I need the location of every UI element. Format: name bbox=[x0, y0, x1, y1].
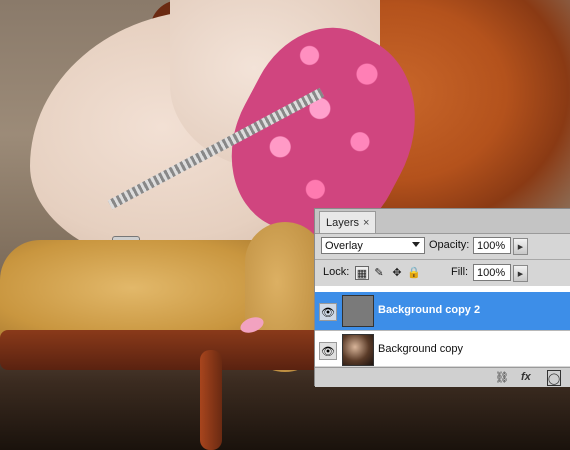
opacity-input[interactable]: 100% bbox=[473, 237, 511, 254]
opacity-value: 100% bbox=[477, 239, 506, 252]
fx-icon[interactable]: fx bbox=[521, 370, 531, 384]
fill-value: 100% bbox=[477, 266, 506, 279]
fill-input[interactable]: 100% bbox=[473, 264, 511, 281]
opacity-label: Opacity: bbox=[429, 239, 470, 251]
eye-icon[interactable]: 👁 bbox=[319, 303, 337, 321]
fill-slider-button[interactable]: ▶ bbox=[513, 265, 528, 282]
tab-layers-label: Layers bbox=[326, 216, 360, 229]
chair-frame bbox=[0, 330, 360, 370]
opacity-slider-button[interactable]: ▶ bbox=[513, 238, 528, 255]
eye-icon[interactable]: 👁 bbox=[319, 342, 337, 360]
layer-name: Background copy 2 bbox=[378, 304, 481, 316]
lock-label: Lock: bbox=[323, 266, 350, 278]
tab-layers[interactable]: Layers × bbox=[319, 211, 377, 233]
brush-icon[interactable]: ✎ bbox=[373, 266, 385, 279]
blend-mode-value: Overlay bbox=[325, 239, 363, 252]
blend-opacity-row: Overlay Opacity: 100% ▶ bbox=[315, 234, 570, 259]
panel-tabbar: Layers × bbox=[315, 209, 570, 234]
layer-thumbnail bbox=[342, 295, 374, 327]
chair-leg bbox=[200, 350, 222, 450]
fill-label: Fill: bbox=[451, 266, 469, 278]
panel-footer: ⛓ fx ◯ bbox=[315, 367, 570, 387]
lock-transparency-icon[interactable]: ▦ bbox=[355, 266, 369, 280]
link-icon[interactable]: ⛓ bbox=[495, 370, 509, 384]
blend-mode-select[interactable]: Overlay bbox=[321, 237, 425, 254]
close-icon[interactable]: × bbox=[363, 217, 369, 229]
lock-fill-row: Lock: ▦ ✎ ✥ 🔒 Fill: 100% ▶ bbox=[315, 260, 570, 285]
layer-row[interactable]: 👁 Background copy 2 bbox=[315, 292, 570, 331]
chevron-down-icon bbox=[412, 242, 420, 247]
layers-list: 👁 Background copy 2 👁 Background copy bbox=[315, 286, 570, 370]
layer-thumbnail bbox=[342, 334, 374, 366]
lock-icon[interactable]: 🔒 bbox=[407, 266, 421, 279]
layer-row[interactable]: 👁 Background copy bbox=[315, 331, 570, 370]
mask-icon[interactable]: ◯ bbox=[547, 370, 561, 386]
layer-name: Background copy bbox=[378, 343, 463, 355]
layers-panel: Layers × Overlay Opacity: 100% ▶ Lock: ▦… bbox=[314, 208, 570, 387]
move-icon[interactable]: ✥ bbox=[391, 266, 403, 279]
